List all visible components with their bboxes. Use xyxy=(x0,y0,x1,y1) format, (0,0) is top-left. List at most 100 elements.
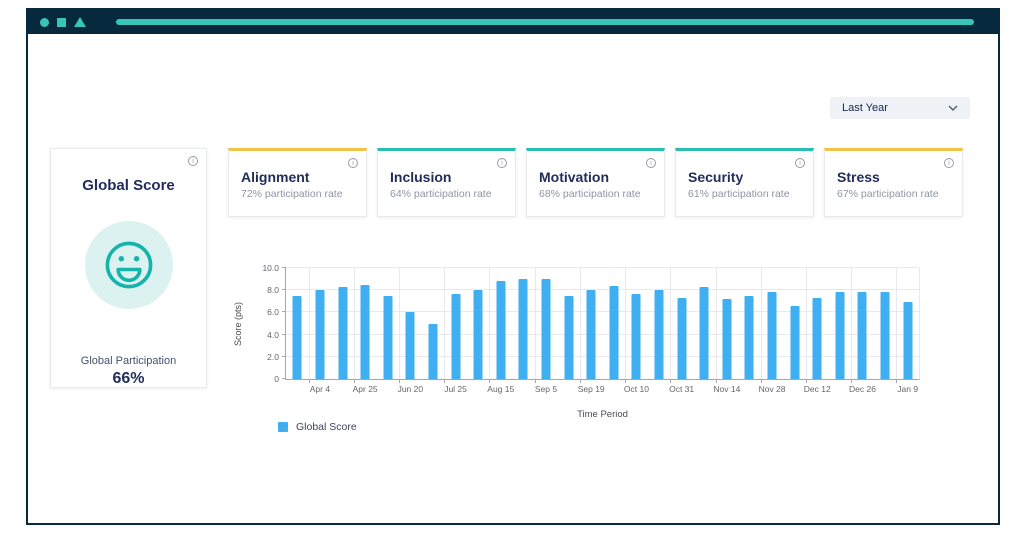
address-bar[interactable] xyxy=(116,19,974,25)
chart-x-tick xyxy=(625,379,627,383)
chart-x-tick-label: Nov 14 xyxy=(713,384,741,394)
chart-x-tick xyxy=(715,379,717,383)
chart-bar[interactable] xyxy=(541,279,551,379)
info-icon[interactable] xyxy=(944,158,954,168)
chart-x-tick xyxy=(896,379,898,383)
chart-y-tick xyxy=(282,355,286,357)
chart-x-tick-label: Apr 4 xyxy=(309,384,331,394)
chart-bar[interactable] xyxy=(631,293,641,379)
chart-bar[interactable] xyxy=(880,292,890,379)
chart-bar[interactable] xyxy=(677,297,687,379)
chart-gridline-v xyxy=(625,268,627,379)
chart-gridline-v xyxy=(896,268,898,379)
chart-bar[interactable] xyxy=(360,284,370,379)
chart-x-tick xyxy=(353,379,355,383)
period-select[interactable]: Last Year xyxy=(830,97,970,119)
chart-x-tick xyxy=(670,379,672,383)
chart-bar[interactable] xyxy=(405,312,415,379)
chart-gridline-v xyxy=(534,268,536,379)
chart-gridline-v xyxy=(851,268,853,379)
metric-card-inclusion[interactable]: Inclusion 64% participation rate xyxy=(377,148,516,217)
legend-swatch-icon xyxy=(278,422,288,432)
chart-bar[interactable] xyxy=(699,286,709,379)
chart-bar[interactable] xyxy=(315,290,325,379)
chart-gridline-v xyxy=(760,268,762,379)
chart-y-tick xyxy=(282,378,286,379)
window-triangle-icon[interactable] xyxy=(74,17,86,27)
metric-card-motivation[interactable]: Motivation 68% participation rate xyxy=(526,148,665,217)
browser-titlebar xyxy=(28,10,998,34)
chart-bar[interactable] xyxy=(338,286,348,379)
metric-card-row: Alignment 72% participation rate Inclusion… xyxy=(228,148,963,217)
global-score-card[interactable]: Global Score Global Participation 66% xyxy=(50,148,207,388)
period-select-value: Last Year xyxy=(842,102,888,114)
chart-gridline-h xyxy=(286,289,919,291)
chart-bar[interactable] xyxy=(790,305,800,379)
window-circle-icon[interactable] xyxy=(40,17,49,27)
info-icon[interactable] xyxy=(795,158,805,168)
chart-x-tick-label: Sep 5 xyxy=(534,384,558,394)
chevron-down-icon xyxy=(948,105,958,111)
window-square-icon[interactable] xyxy=(57,17,66,27)
chart-bar[interactable] xyxy=(451,293,461,379)
metric-card-subtitle: 68% participation rate xyxy=(539,188,641,200)
chart-gridline-v xyxy=(715,268,717,379)
chart-gridline-v xyxy=(308,268,310,379)
chart-bar[interactable] xyxy=(518,279,528,379)
legend-label: Global Score xyxy=(296,421,357,433)
info-icon[interactable] xyxy=(188,156,198,166)
chart-y-tick xyxy=(282,311,286,313)
chart-gridline-v xyxy=(353,268,355,379)
chart-bar[interactable] xyxy=(564,295,574,379)
metric-card-title: Alignment xyxy=(241,169,310,185)
chart-gridline-v xyxy=(489,268,491,379)
app-window: Last Year Global Score Global Participat… xyxy=(26,8,1000,525)
chart-bar[interactable] xyxy=(292,295,302,379)
chart-bar[interactable] xyxy=(428,323,438,379)
metric-card-title: Motivation xyxy=(539,169,609,185)
chart-y-tick-label: 8.0 xyxy=(267,285,279,296)
chart-bar[interactable] xyxy=(496,281,506,379)
info-icon[interactable] xyxy=(348,158,358,168)
chart-bar[interactable] xyxy=(903,302,913,379)
chart-x-tick xyxy=(760,379,762,383)
info-icon[interactable] xyxy=(497,158,507,168)
chart-y-tick-label: 4.0 xyxy=(267,329,279,340)
chart-bar[interactable] xyxy=(767,292,777,379)
chart-y-tick-label: 2.0 xyxy=(267,351,279,362)
chart-bar[interactable] xyxy=(835,292,845,379)
chart-bar[interactable] xyxy=(383,295,393,379)
chart-gridline-v xyxy=(579,268,581,379)
chart-bar[interactable] xyxy=(812,297,822,379)
global-score-title: Global Score xyxy=(82,177,175,194)
chart-x-tick xyxy=(579,379,581,383)
chart-bar[interactable] xyxy=(722,299,732,379)
chart-y-tick-label: 10.0 xyxy=(262,263,279,273)
chart-x-tick-label: Jul 25 xyxy=(444,384,467,394)
metric-card-title: Security xyxy=(688,169,744,185)
chart-y-tick xyxy=(282,289,286,291)
chart-x-tick-label: Nov 28 xyxy=(758,384,786,394)
chart-legend-item[interactable]: Global Score xyxy=(278,421,357,433)
metric-card-subtitle: 64% participation rate xyxy=(390,188,492,200)
chart-bar[interactable] xyxy=(857,292,867,379)
info-icon[interactable] xyxy=(646,158,656,168)
metric-card-security[interactable]: Security 61% participation rate xyxy=(675,148,814,217)
chart-x-tick xyxy=(534,379,536,383)
metric-card-stress[interactable]: Stress 67% participation rate xyxy=(824,148,963,217)
chart-y-tick-label: 0 xyxy=(274,374,279,384)
chart-bar[interactable] xyxy=(586,290,596,379)
chart-bar[interactable] xyxy=(744,295,754,379)
chart-bar[interactable] xyxy=(473,290,483,379)
chart-bar[interactable] xyxy=(654,290,664,379)
chart-gridline-h xyxy=(286,333,919,335)
chart-gridline-h xyxy=(286,311,919,313)
chart-x-tick-label: Sep 19 xyxy=(577,384,605,394)
chart-x-tick-label: Apr 25 xyxy=(352,384,378,394)
chart-gridline-v xyxy=(805,268,807,379)
chart-y-tick-label: 6.0 xyxy=(267,307,279,318)
metric-card-title: Inclusion xyxy=(390,169,452,185)
chart-x-tick xyxy=(399,379,401,383)
metric-card-alignment[interactable]: Alignment 72% participation rate xyxy=(228,148,367,217)
chart-bar[interactable] xyxy=(609,285,619,379)
